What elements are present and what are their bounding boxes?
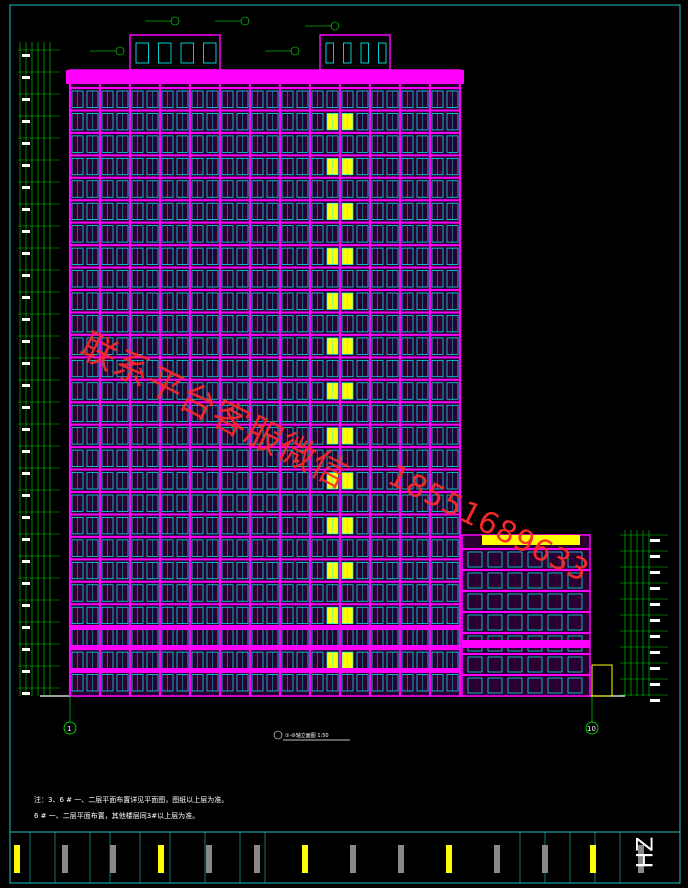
- dimension-text: [22, 406, 30, 409]
- axis-label-right: 10: [587, 725, 596, 733]
- dimension-text: [22, 494, 30, 497]
- dimension-text: [650, 571, 660, 574]
- titleblock-text: [494, 845, 500, 873]
- titleblock-text: [14, 845, 20, 873]
- title-bubble: [273, 730, 283, 740]
- drawing-title: ①-⑩轴立面图 1:50: [285, 732, 329, 739]
- roof-window: [158, 42, 172, 64]
- titleblock-text: [398, 845, 404, 873]
- dimension-text: [22, 186, 30, 189]
- dimension-text: [22, 76, 30, 79]
- titleblock-text: [302, 845, 308, 873]
- dimension-text: [22, 538, 30, 541]
- podium-band: [70, 668, 460, 673]
- roof-window: [343, 42, 352, 64]
- dimension-text: [650, 619, 660, 622]
- dimension-text: [22, 648, 30, 651]
- dimension-text: [22, 626, 30, 629]
- dimension-text: [22, 318, 30, 321]
- level-marker: [115, 46, 125, 56]
- titleblock-text: [350, 845, 356, 873]
- dimension-text: [650, 667, 660, 670]
- titleblock-text: [62, 845, 68, 873]
- dimension-text: [22, 340, 30, 343]
- roof-window: [378, 42, 387, 64]
- dimension-text: [22, 54, 30, 57]
- titleblock-text: [590, 845, 596, 873]
- dimension-text: [22, 670, 30, 673]
- dimension-text: [22, 252, 30, 255]
- roof-crown: [319, 34, 391, 71]
- roof-window: [135, 42, 149, 64]
- cornice-band: [66, 70, 464, 84]
- dimension-text: [22, 450, 30, 453]
- note-2: 6 # 一、二层平面布置，其他楼层同3#以上层为准。: [34, 812, 200, 820]
- drawing-title-text: ①-⑩轴立面图: [285, 733, 316, 739]
- dimension-text: [650, 699, 660, 702]
- titleblock-text: [446, 845, 452, 873]
- dimension-text: [22, 208, 30, 211]
- dimension-text: [22, 120, 30, 123]
- titleblock-text: [158, 845, 164, 873]
- titleblock-text: [206, 845, 212, 873]
- dimension-text: [22, 384, 30, 387]
- roof-crown: [129, 34, 221, 71]
- entrance-canopy: [591, 664, 613, 697]
- level-marker: [290, 46, 300, 56]
- dimension-text: [22, 296, 30, 299]
- axis-label-left: 1: [67, 725, 71, 733]
- dimension-text: [22, 582, 30, 585]
- dimension-text: [22, 428, 30, 431]
- level-marker: [330, 21, 340, 31]
- dimension-text: [22, 274, 30, 277]
- titleblock-text: [110, 845, 116, 873]
- podium-band: [70, 625, 460, 630]
- dimension-text: [650, 603, 660, 606]
- dimension-text: [22, 98, 30, 101]
- dimension-text: [22, 230, 30, 233]
- level-marker: [240, 16, 250, 26]
- dimension-text: [22, 516, 30, 519]
- drawing-scale: 1:50: [317, 733, 329, 739]
- dimension-text: [22, 472, 30, 475]
- dimension-text: [22, 604, 30, 607]
- dimension-text: [22, 560, 30, 563]
- roof-window: [360, 42, 369, 64]
- titleblock-text: [542, 845, 548, 873]
- titleblock-text: [254, 845, 260, 873]
- titleblock-code: HZ: [633, 836, 659, 869]
- podium-band: [70, 645, 460, 650]
- dimension-text: [22, 164, 30, 167]
- roof-window: [203, 42, 217, 64]
- dimension-text: [650, 587, 660, 590]
- roof-window: [325, 42, 334, 64]
- dimension-text: [650, 651, 660, 654]
- dimension-text: [650, 683, 660, 686]
- dimension-text: [22, 142, 30, 145]
- dimension-text: [22, 692, 30, 695]
- dimension-text: [650, 555, 660, 558]
- note-1: 注：3、6 # 一、二层平面布置详见平面图，图纸以上层为准。: [34, 796, 229, 804]
- dimension-text: [650, 635, 660, 638]
- annex-band: [462, 640, 590, 648]
- dimension-text: [22, 362, 30, 365]
- roof-window: [180, 42, 194, 64]
- dimension-text: [650, 539, 660, 542]
- level-marker: [170, 16, 180, 26]
